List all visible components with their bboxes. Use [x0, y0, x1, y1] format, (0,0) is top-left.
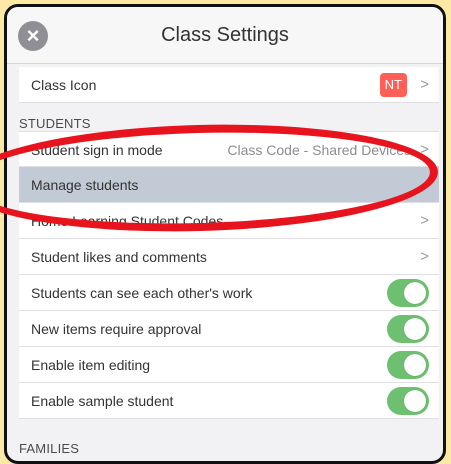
- row-manage-students[interactable]: Manage students: [19, 167, 439, 203]
- approval-toggle[interactable]: [387, 315, 429, 343]
- item-editing-toggle[interactable]: [387, 351, 429, 379]
- toggle-knob: [404, 390, 426, 412]
- row-home-learning-codes[interactable]: Home Learning Student Codes >: [19, 203, 439, 239]
- row-label: New items require approval: [31, 321, 202, 337]
- row-label: Manage students: [31, 177, 139, 193]
- toggle-knob: [404, 318, 426, 340]
- toggle-knob: [404, 282, 426, 304]
- row-class-icon[interactable]: Class Icon NT >: [19, 67, 439, 103]
- row-student-likes-comments[interactable]: Student likes and comments >: [19, 239, 439, 275]
- chevron-right-icon: >: [420, 212, 429, 229]
- row-label: Students can see each other's work: [31, 285, 253, 301]
- toggle-knob: [404, 354, 426, 376]
- class-settings-panel: × Class Settings Class Icon NT > STUDENT…: [4, 4, 446, 464]
- chevron-right-icon: >: [420, 76, 429, 93]
- chevron-right-icon: >: [420, 248, 429, 265]
- section-header-families: FAMILIES: [19, 441, 80, 456]
- row-see-each-others-work: Students can see each other's work: [19, 275, 439, 311]
- header: × Class Settings: [7, 7, 443, 64]
- class-icon-badge: NT: [379, 73, 407, 97]
- row-require-approval: New items require approval: [19, 311, 439, 347]
- row-label: Enable sample student: [31, 393, 174, 409]
- row-student-sign-in-mode[interactable]: Student sign in mode Class Code - Shared…: [19, 131, 439, 167]
- row-enable-item-editing: Enable item editing: [19, 347, 439, 383]
- row-label: Student sign in mode: [31, 142, 163, 158]
- see-work-toggle[interactable]: [387, 279, 429, 307]
- section-header-students: STUDENTS: [19, 116, 91, 131]
- row-label: Home Learning Student Codes: [31, 213, 224, 229]
- row-label: Class Icon: [31, 77, 97, 93]
- chevron-right-icon: >: [420, 141, 429, 158]
- row-label: Enable item editing: [31, 357, 151, 373]
- row-enable-sample-student: Enable sample student: [19, 383, 439, 419]
- page-title: Class Settings: [161, 24, 289, 46]
- row-label: Student likes and comments: [31, 249, 207, 265]
- sign-in-mode-value: Class Code - Shared Devices: [227, 142, 411, 158]
- sample-student-toggle[interactable]: [387, 387, 429, 415]
